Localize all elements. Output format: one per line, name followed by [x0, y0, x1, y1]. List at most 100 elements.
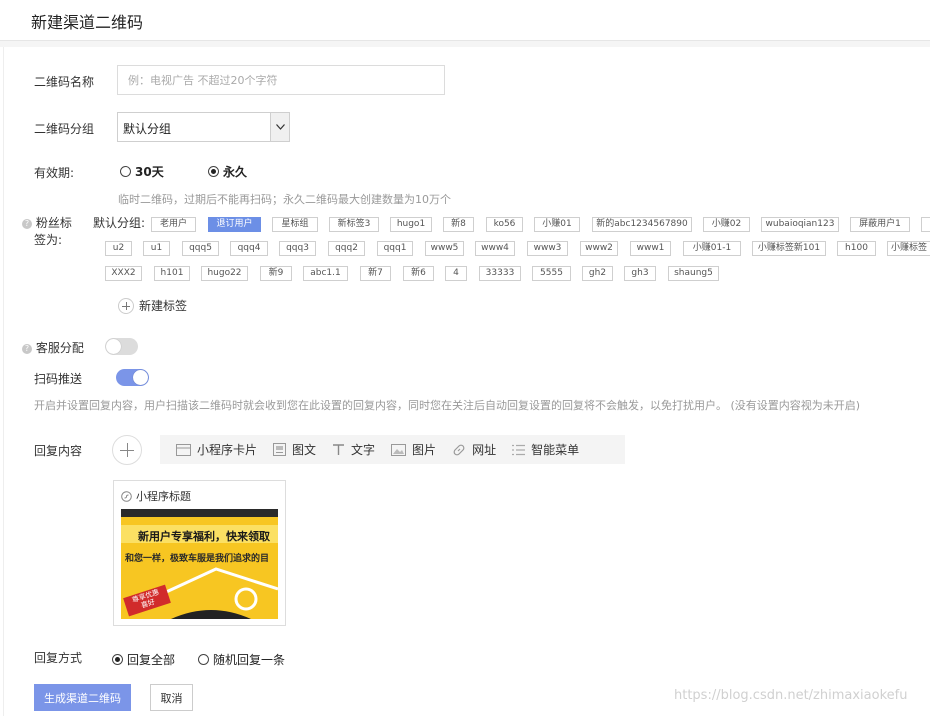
card-header: 小程序标题: [121, 488, 191, 504]
tag-item[interactable]: gh3: [624, 266, 656, 281]
validity-help: 临时二维码，过期后不能再扫码；永久二维码最大创建数量为10万个: [118, 193, 451, 206]
fans-tags-label: ? 粉丝标: [22, 214, 72, 231]
tag-item[interactable]: 小赚01: [534, 217, 580, 232]
qr-group-label: 二维码分组: [34, 122, 95, 136]
reply-type-label: 小程序卡片: [197, 443, 258, 457]
reply-content-label: 回复内容: [34, 444, 83, 458]
tag-item[interactable]: hugo22: [201, 266, 248, 281]
reply-type-menu[interactable]: 智能菜单: [512, 441, 579, 458]
tag-item[interactable]: 新9: [260, 266, 292, 281]
service-label: ? 客服分配: [22, 339, 84, 356]
tag-item[interactable]: 33333: [479, 266, 521, 281]
tag-item[interactable]: shaung5: [668, 266, 719, 281]
tag-item[interactable]: 星标组: [272, 217, 318, 232]
tag-item[interactable]: XXX2: [105, 266, 142, 281]
reply-mode-label: 回复方式: [34, 651, 83, 665]
reply-random-label: 随机回复一条: [213, 653, 286, 667]
tag-item[interactable]: h100: [837, 241, 876, 256]
tag-item[interactable]: h101: [154, 266, 190, 281]
link-icon: [453, 444, 465, 455]
reply-type-label: 图片: [412, 443, 437, 457]
fans-tags-label-line2: 签为:: [34, 233, 63, 247]
question-icon: ?: [22, 343, 32, 354]
tag-item[interactable]: 小赚02: [703, 217, 750, 232]
tag-item[interactable]: www1: [630, 241, 671, 256]
reply-type-article[interactable]: 图文: [273, 441, 316, 458]
reply-type-toolbar: 小程序卡片 图文 文字 图片 网址 智能菜单: [160, 435, 625, 464]
reply-all-radio[interactable]: 回复全部: [112, 651, 175, 668]
radio-unchecked-icon: [198, 654, 209, 665]
cancel-button[interactable]: 取消: [150, 684, 193, 711]
tag-item[interactable]: hugo1: [390, 217, 432, 232]
tag-item[interactable]: www5: [425, 241, 464, 256]
validity-forever-radio[interactable]: 永久: [208, 163, 247, 180]
tag-item-cutoff[interactable]: [921, 217, 930, 232]
reply-type-mini-program[interactable]: 小程序卡片: [176, 441, 257, 458]
page-header: 新建渠道二维码: [0, 0, 930, 41]
reply-type-label: 智能菜单: [531, 443, 580, 457]
tag-item[interactable]: abc1.1: [303, 266, 348, 281]
tag-group-label: 默认分组:: [93, 216, 146, 230]
chevron-down-icon[interactable]: [270, 113, 289, 141]
tag-item[interactable]: www4: [475, 241, 515, 256]
push-label: 扫码推送: [34, 372, 83, 386]
radio-checked-icon: [112, 654, 123, 665]
tag-item[interactable]: wubaioqian123: [761, 217, 839, 232]
push-toggle[interactable]: [116, 369, 149, 386]
tag-item[interactable]: qqq5: [182, 241, 219, 256]
tag-item[interactable]: www3: [527, 241, 568, 256]
qr-group-value: 默认分组: [123, 122, 172, 136]
reply-all-label: 回复全部: [127, 653, 176, 667]
tag-item[interactable]: ko56: [486, 217, 523, 232]
toggle-knob: [133, 370, 148, 385]
service-toggle[interactable]: [105, 338, 138, 355]
card-image: 新用户专享福利，快来领取 和您一样，极致车服是我们追求的目 尊享优惠 喜好: [121, 509, 278, 619]
tag-item[interactable]: qqq2: [328, 241, 365, 256]
tag-item[interactable]: 新8: [443, 217, 474, 232]
tag-item[interactable]: gh2: [582, 266, 613, 281]
tag-item[interactable]: 新7: [360, 266, 391, 281]
new-tag-label: 新建标签: [139, 299, 188, 313]
tag-item[interactable]: 小赚标签新101: [752, 241, 826, 256]
qr-name-label: 二维码名称: [34, 75, 95, 89]
page-title: 新建渠道二维码: [31, 13, 144, 32]
tag-item[interactable]: u2: [105, 241, 132, 256]
add-reply-button[interactable]: [112, 435, 142, 465]
push-help: 开启并设置回复内容，用户扫描该二维码时就会收到您在此设置的回复内容，同时您在关注…: [34, 399, 861, 412]
qr-group-select[interactable]: 默认分组: [117, 112, 290, 142]
validity-forever-label: 永久: [223, 165, 248, 179]
reply-type-link[interactable]: 网址: [452, 441, 496, 458]
menu-icon: [512, 444, 526, 455]
tag-item[interactable]: 5555: [532, 266, 571, 281]
tag-item[interactable]: qqq3: [279, 241, 316, 256]
mini-program-card[interactable]: 小程序标题 新用户专享福利，快来领取 和您一样，极致车服是我们追求的目 尊享优惠…: [113, 480, 286, 626]
text-icon: [333, 444, 345, 455]
tag-item[interactable]: 4: [445, 266, 467, 281]
tag-item[interactable]: u1: [143, 241, 170, 256]
reply-random-radio[interactable]: 随机回复一条: [198, 651, 285, 668]
tag-item[interactable]: qqq4: [230, 241, 268, 256]
new-tag-button[interactable]: 新建标签: [118, 297, 187, 314]
tag-item[interactable]: qqq1: [377, 241, 413, 256]
watermark: https://blog.csdn.net/zhimaxiaokefu: [674, 688, 908, 703]
article-icon: [273, 443, 287, 456]
tag-item[interactable]: 新标签3: [329, 217, 379, 232]
service-label-text: 客服分配: [35, 341, 84, 355]
reply-type-label: 图文: [292, 443, 317, 457]
generate-qr-button[interactable]: 生成渠道二维码: [34, 684, 131, 711]
validity-label: 有效期:: [34, 166, 75, 180]
tag-item-cutoff[interactable]: 小赚标签: [887, 241, 930, 256]
tag-item[interactable]: 新6: [403, 266, 434, 281]
plus-icon: [118, 297, 134, 314]
tag-item-selected[interactable]: 退订用户: [208, 217, 261, 232]
qr-name-input[interactable]: [117, 65, 445, 95]
reply-type-image[interactable]: 图片: [391, 441, 436, 458]
tag-item[interactable]: 老用户: [151, 217, 196, 232]
reply-type-text[interactable]: 文字: [332, 441, 375, 458]
tag-item[interactable]: 新的abc1234567890: [592, 217, 692, 232]
radio-checked-icon: [208, 166, 219, 177]
tag-item[interactable]: 屏蔽用户1: [850, 217, 910, 232]
tag-item[interactable]: www2: [580, 241, 618, 256]
tag-item[interactable]: 小赚01-1: [683, 241, 741, 256]
validity-30days-radio[interactable]: 30天: [120, 163, 164, 180]
